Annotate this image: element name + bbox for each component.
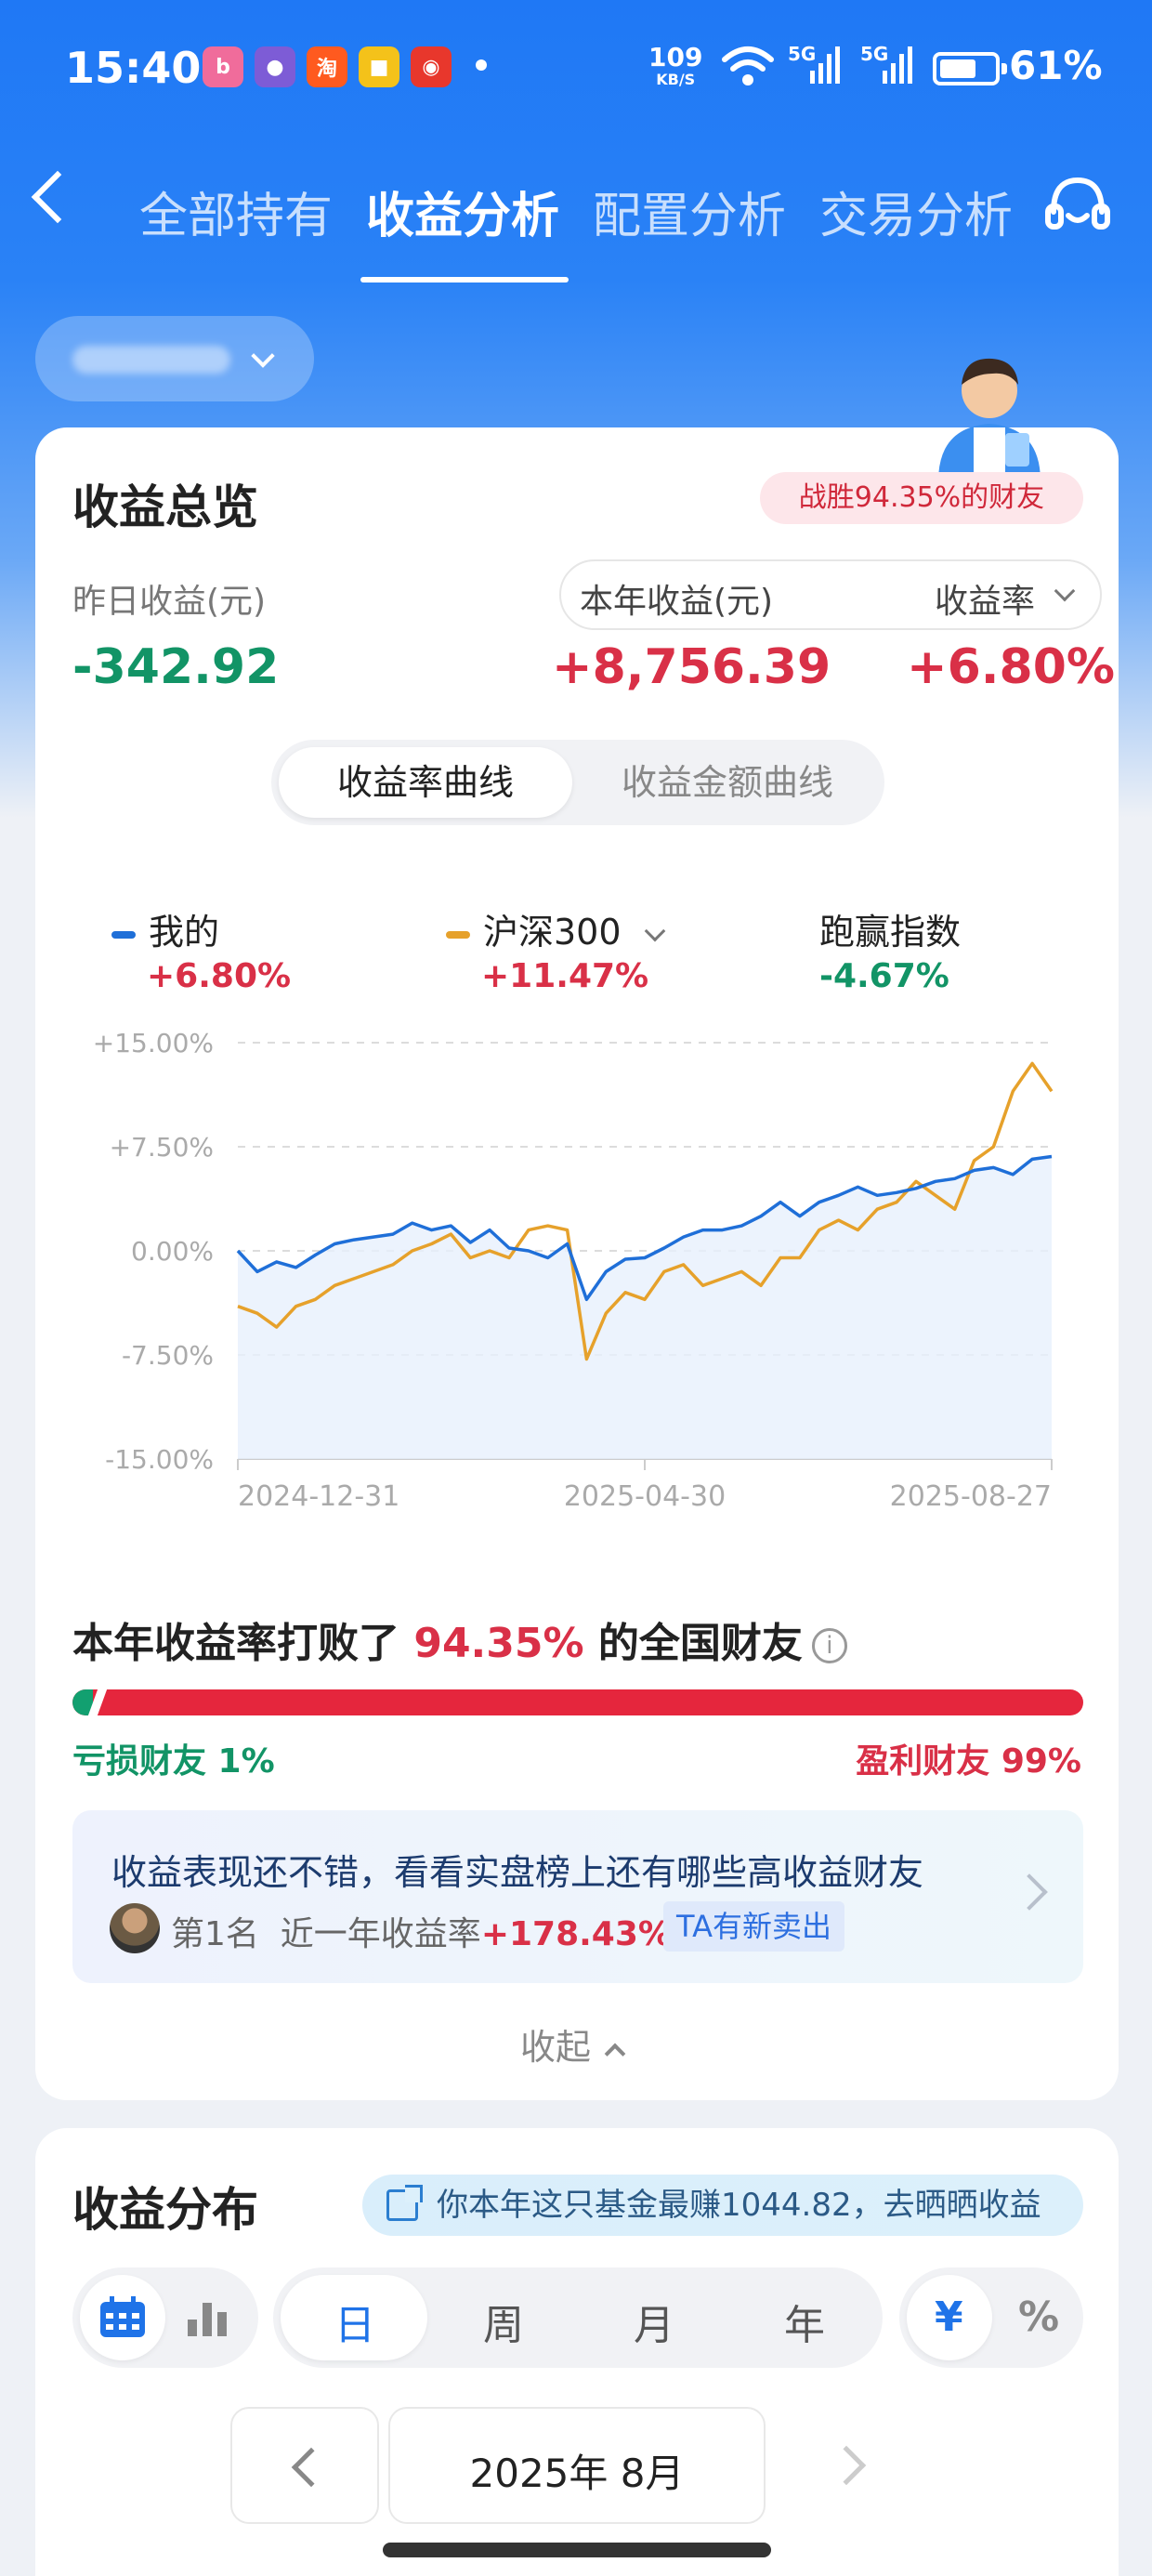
legend-mine: 我的	[111, 903, 219, 954]
y-tick-label: +15.00%	[93, 1028, 214, 1058]
weibo-icon: ◉	[411, 46, 452, 87]
tab-allocation-analysis[interactable]: 配置分析	[593, 177, 786, 246]
tab-rate-curve[interactable]: 收益率曲线	[279, 747, 572, 818]
status-bar: 15:40 b ● 淘 ■ ◉ 109 KB/S 5G 5G 61%	[0, 37, 1152, 102]
unit-percent-button[interactable]: %	[1018, 2293, 1059, 2341]
promo-rank: 第1名	[171, 1915, 259, 1953]
more-notifications-dot	[476, 59, 487, 71]
taobao-icon: 淘	[307, 46, 347, 87]
battery-icon	[933, 52, 1007, 85]
rank-badge: 战胜94.35%的财友	[760, 472, 1083, 524]
promo-rate: +178.43%	[480, 1915, 672, 1953]
current-month: 2025年 8月	[469, 2451, 685, 2496]
legend-outperform: 跑赢指数	[819, 903, 961, 954]
y-tick-label: 0.00%	[131, 1236, 214, 1267]
legend-value-mine: +6.80%	[147, 957, 292, 995]
beat-summary: 本年收益率打败了 94.35% 的全国财友 i	[72, 1610, 847, 1669]
notification-icons: b ● 淘 ■ ◉	[203, 46, 452, 87]
yesterday-profit-label: 昨日收益(元)	[72, 583, 267, 621]
bar-chart-icon[interactable]	[186, 2299, 232, 2336]
info-icon[interactable]: i	[811, 1628, 847, 1663]
account-selector[interactable]	[35, 316, 314, 401]
tab-trade-analysis[interactable]: 交易分析	[819, 177, 1013, 246]
mascot-illustration	[938, 358, 1041, 481]
bilibili-icon: b	[203, 46, 243, 87]
series-area-mine	[238, 1156, 1052, 1459]
yen-label: ¥	[935, 2293, 963, 2341]
collapse-label: 收起	[520, 2027, 592, 2068]
calendar-view-button[interactable]	[80, 2275, 165, 2360]
status-time: 15:40	[65, 43, 202, 93]
legend-value-outperform: -4.67%	[819, 957, 949, 995]
year-profit-value: +8,756.39	[552, 639, 831, 695]
legend-mark-mine	[111, 930, 136, 939]
legend-mark-hs300	[446, 930, 470, 939]
view-toggle	[72, 2267, 258, 2368]
y-tick-label: +7.50%	[110, 1132, 214, 1163]
chevron-down-icon	[251, 344, 275, 368]
rate-value: +6.80%	[907, 639, 1115, 695]
unit-yen-button[interactable]: ¥	[907, 2275, 992, 2360]
customer-service-icon[interactable]	[1042, 173, 1113, 243]
active-tab-indicator	[360, 277, 569, 283]
month-display[interactable]: 2025年 8月	[388, 2407, 766, 2524]
x-tick-label: 2025-08-27	[890, 1480, 1052, 1513]
period-week[interactable]: 周	[483, 2292, 524, 2351]
calendar-icon	[100, 2296, 145, 2337]
account-name-blurred	[72, 346, 230, 374]
distribution-title: 收益分布	[72, 2183, 258, 2237]
share-banner[interactable]: 你本年这只基金最赚1044.82，去晒晒收益	[362, 2175, 1083, 2236]
yesterday-profit-value: -342.92	[72, 639, 280, 695]
curve-type-toggle: 收益率曲线 收益金额曲线	[271, 740, 884, 825]
net-speed: 109 KB/S	[648, 45, 702, 89]
rate-label[interactable]: 收益率	[935, 574, 1035, 623]
tab-amount-curve[interactable]: 收益金额曲线	[578, 747, 877, 818]
beat-suffix: 的全国财友	[597, 1620, 803, 1667]
promo-tag: TA有新卖出	[663, 1901, 844, 1952]
net-speed-value: 109	[648, 42, 703, 72]
period-day[interactable]: 日	[334, 2292, 375, 2351]
profit-percent: 盈利财友 99%	[856, 1742, 1081, 1781]
loss-percent: 亏损财友 1%	[72, 1742, 275, 1781]
net-speed-unit: KB/S	[656, 71, 696, 88]
profit-loss-bar	[72, 1689, 1083, 1715]
prev-month-button[interactable]	[230, 2407, 379, 2524]
legend-label: 我的	[149, 912, 220, 953]
chevron-left-icon	[291, 2447, 332, 2488]
y-tick-label: -15.00%	[105, 1444, 214, 1475]
home-indicator[interactable]	[383, 2543, 771, 2557]
profit-rate-chart: +15.00% +7.50% 0.00% -7.50% -15.00% 2024-12-3…	[93, 1028, 1054, 1513]
collapse-button[interactable]: 收起	[520, 2018, 626, 2070]
leaderboard-promo[interactable]: 收益表现还不错，看看实盘榜上还有哪些高收益财友 第1名 近一年收益率+178.4…	[72, 1810, 1083, 1983]
share-icon	[386, 2185, 423, 2221]
overview-title: 收益总览	[72, 480, 258, 534]
chevron-right-icon	[1011, 1873, 1048, 1911]
tab-profit-analysis[interactable]: 收益分析	[366, 177, 559, 246]
promo-desc: 近一年收益率	[280, 1915, 481, 1953]
legend-label: 跑赢指数	[819, 912, 962, 953]
battery-percent: 61%	[1009, 43, 1103, 88]
period-year[interactable]: 年	[784, 2292, 825, 2351]
promo-title: 收益表现还不错，看看实盘榜上还有哪些高收益财友	[111, 1852, 924, 1893]
year-profit-label: 本年收益(元)	[580, 583, 774, 621]
legend-hs300[interactable]: 沪深300	[446, 903, 665, 954]
x-tick-label: 2024-12-31	[238, 1480, 399, 1513]
app-icon: ●	[255, 46, 295, 87]
unit-toggle: ¥ %	[899, 2267, 1083, 2368]
app-icon: ■	[359, 46, 399, 87]
avatar	[110, 1903, 160, 1953]
legend-label: 沪深300	[483, 912, 622, 953]
chevron-up-icon	[604, 2043, 626, 2064]
x-tick-label: 2025-04-30	[564, 1480, 726, 1513]
tab-all-holdings[interactable]: 全部持有	[139, 177, 333, 246]
wifi-icon	[722, 46, 774, 85]
beat-prefix: 本年收益率打败了	[72, 1620, 399, 1667]
period-month[interactable]: 月	[634, 2292, 674, 2351]
share-text: 你本年这只基金最赚1044.82，去晒晒收益	[437, 2187, 1041, 2224]
period-toggle: 日 周 月 年	[273, 2267, 883, 2368]
beat-percent: 94.35%	[413, 1620, 584, 1667]
legend-value-hs300: +11.47%	[481, 957, 649, 995]
y-tick-label: -7.50%	[122, 1340, 214, 1371]
promo-rank-line: 第1名 近一年收益率+178.43%	[171, 1907, 672, 1955]
